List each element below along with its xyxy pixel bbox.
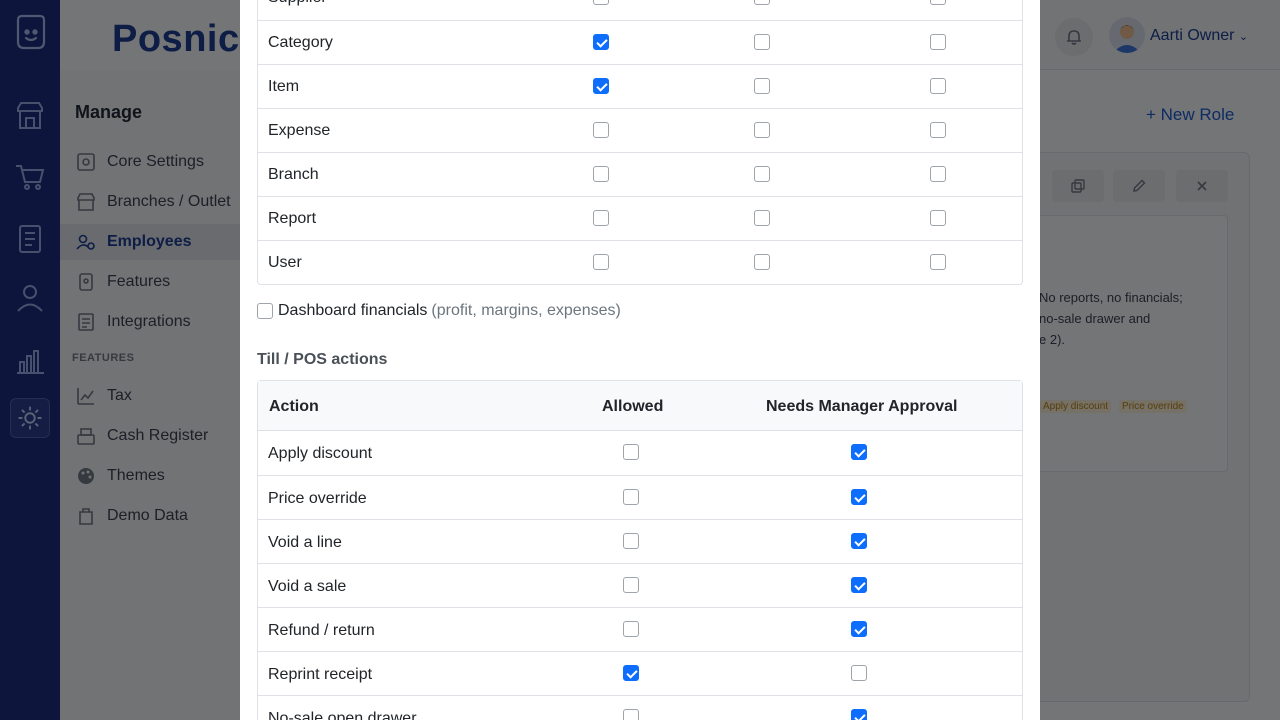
dashboard-financials-checkbox[interactable]: [257, 303, 273, 319]
permission-checkbox[interactable]: [593, 254, 609, 270]
allowed-checkbox[interactable]: [623, 621, 639, 637]
till-action-label: Void a sale: [268, 578, 347, 595]
till-action-label: Refund / return: [268, 622, 375, 639]
till-action-row: Void a sale: [258, 563, 1022, 607]
permissions-table: Supplier Category Item Expense Branch Report U…: [257, 0, 1023, 285]
till-table-body: Apply discount Price override Void a line V…: [258, 431, 1022, 720]
permission-row: Supplier: [258, 0, 1022, 20]
till-action-row: Refund / return: [258, 607, 1022, 651]
dashboard-financials-hint: (profit, margins, expenses): [431, 302, 621, 319]
allowed-checkbox[interactable]: [623, 444, 639, 460]
permission-checkbox[interactable]: [930, 122, 946, 138]
dashboard-financials-option[interactable]: Dashboard financials (profit, margins, e…: [257, 302, 621, 320]
till-action-row: Price override: [258, 475, 1022, 519]
needs-approval-checkbox[interactable]: [851, 621, 867, 637]
header-allowed: Allowed: [602, 398, 664, 415]
allowed-checkbox[interactable]: [623, 533, 639, 549]
permission-row: Item: [258, 64, 1022, 108]
permission-checkbox[interactable]: [930, 0, 946, 5]
needs-approval-checkbox[interactable]: [851, 444, 867, 460]
till-actions-title: Till / POS actions: [257, 351, 388, 368]
permission-checkbox[interactable]: [754, 122, 770, 138]
till-action-row: Apply discount: [258, 431, 1022, 475]
permission-checkbox[interactable]: [593, 210, 609, 226]
permission-checkbox[interactable]: [593, 0, 609, 5]
permission-checkbox[interactable]: [593, 122, 609, 138]
permission-checkbox[interactable]: [754, 34, 770, 50]
allowed-checkbox[interactable]: [623, 577, 639, 593]
permission-checkbox[interactable]: [930, 166, 946, 182]
permission-label: Category: [268, 33, 333, 51]
till-action-row: Reprint receipt: [258, 651, 1022, 695]
permission-row: Branch: [258, 152, 1022, 196]
till-action-label: Void a line: [268, 534, 342, 551]
permission-label: Expense: [268, 121, 331, 139]
needs-approval-checkbox[interactable]: [851, 665, 867, 681]
header-action: Action: [269, 398, 319, 415]
till-action-label: Reprint receipt: [268, 666, 373, 683]
permission-checkbox[interactable]: [593, 34, 609, 50]
till-actions-table: Action Allowed Needs Manager Approval Ap…: [257, 380, 1023, 720]
permission-checkbox[interactable]: [930, 254, 946, 270]
permission-checkbox[interactable]: [754, 0, 770, 5]
permission-row: Category: [258, 20, 1022, 64]
till-action-label: Apply discount: [268, 445, 373, 462]
needs-approval-checkbox[interactable]: [851, 489, 867, 505]
permission-row: Expense: [258, 108, 1022, 152]
needs-approval-checkbox[interactable]: [851, 533, 867, 549]
permission-checkbox[interactable]: [754, 78, 770, 94]
needs-approval-checkbox[interactable]: [851, 577, 867, 593]
allowed-checkbox[interactable]: [623, 489, 639, 505]
permission-checkbox[interactable]: [930, 210, 946, 226]
permission-checkbox[interactable]: [930, 34, 946, 50]
allowed-checkbox[interactable]: [623, 709, 639, 720]
till-action-row: No-sale open drawer: [258, 695, 1022, 720]
role-permissions-modal: Supplier Category Item Expense Branch Report U…: [240, 0, 1040, 720]
permission-label: Supplier: [268, 0, 327, 7]
permission-label: User: [268, 253, 302, 271]
permission-row: User: [258, 240, 1022, 284]
permission-checkbox[interactable]: [754, 166, 770, 182]
needs-approval-checkbox[interactable]: [851, 709, 867, 720]
dashboard-financials-label: Dashboard financials: [278, 302, 428, 319]
till-table-header: Action Allowed Needs Manager Approval: [258, 381, 1022, 431]
permission-label: Branch: [268, 165, 319, 183]
permission-checkbox[interactable]: [754, 254, 770, 270]
header-needs-approval: Needs Manager Approval: [766, 398, 958, 415]
permission-checkbox[interactable]: [754, 210, 770, 226]
permission-checkbox[interactable]: [593, 78, 609, 94]
till-action-label: Price override: [268, 490, 367, 507]
permission-checkbox[interactable]: [593, 166, 609, 182]
till-action-row: Void a line: [258, 519, 1022, 563]
permission-checkbox[interactable]: [930, 78, 946, 94]
permission-label: Report: [268, 209, 317, 227]
permission-row: Report: [258, 196, 1022, 240]
allowed-checkbox[interactable]: [623, 665, 639, 681]
till-action-label: No-sale open drawer: [268, 710, 417, 720]
permission-label: Item: [268, 77, 300, 95]
